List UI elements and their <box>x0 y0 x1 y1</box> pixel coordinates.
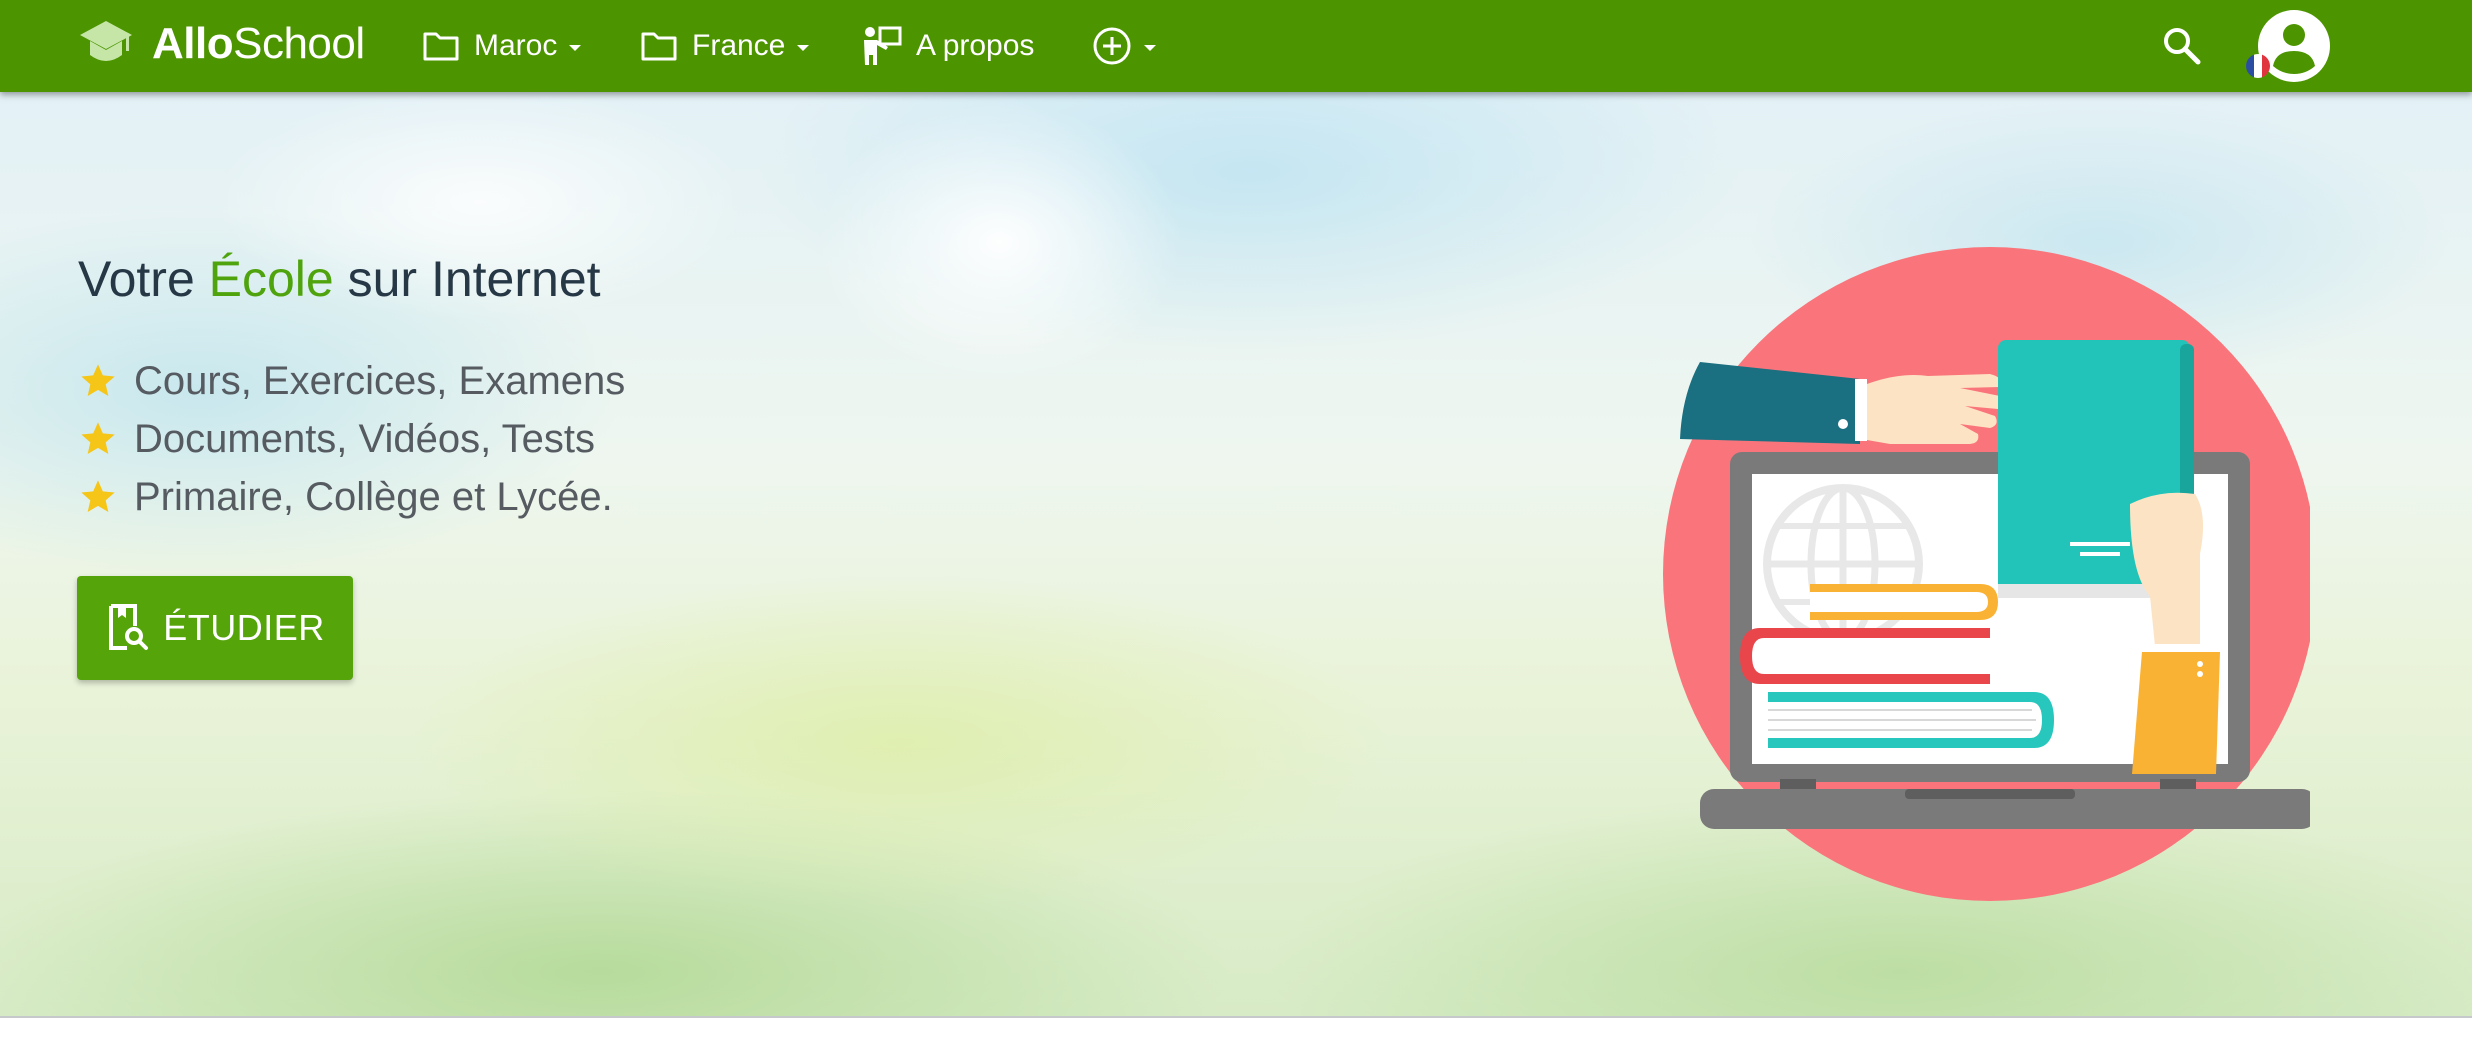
user-menu-button[interactable] <box>2244 10 2332 84</box>
menu-maroc[interactable]: Maroc <box>422 22 582 70</box>
education-illustration <box>1663 247 2310 901</box>
teacher-icon <box>864 26 902 65</box>
brand-name: AlloSchool <box>152 19 365 68</box>
menu-a-propos[interactable]: A propos <box>862 22 1034 70</box>
star-icon <box>81 480 115 512</box>
plus-circle-icon <box>1093 27 1131 65</box>
folder-icon <box>423 32 459 61</box>
search-button[interactable] <box>2160 24 2204 68</box>
star-icon <box>81 364 115 396</box>
feature-item: Cours, Exercices, Examens <box>78 352 625 410</box>
menu-a-propos-label: A propos <box>916 29 1035 62</box>
chevron-down-icon <box>797 45 810 51</box>
top-navbar: AlloSchool Maroc France A propos <box>0 0 2472 92</box>
study-button[interactable]: ÉTUDIER <box>77 576 353 680</box>
menu-france[interactable]: France <box>640 22 810 70</box>
menu-france-label: France <box>692 29 786 62</box>
search-icon <box>2164 28 2201 65</box>
menu-add[interactable] <box>1092 22 1156 70</box>
hero-section: Votre École sur Internet Cours, Exercice… <box>0 92 2472 1016</box>
hero-title: Votre École sur Internet <box>78 251 601 307</box>
chevron-down-icon <box>1144 45 1156 51</box>
feature-text: Documents, Vidéos, Tests <box>134 416 595 461</box>
feature-list: Cours, Exercices, Examens Documents, Vid… <box>78 352 625 526</box>
folder-icon <box>641 32 677 61</box>
star-icon <box>81 422 115 454</box>
feature-text: Primaire, Collège et Lycée. <box>134 474 613 519</box>
chevron-down-icon <box>569 45 582 51</box>
logo-link[interactable]: AlloSchool <box>78 14 365 74</box>
graduation-cap-icon <box>80 21 132 61</box>
feature-text: Cours, Exercices, Examens <box>134 358 626 403</box>
feature-item: Documents, Vidéos, Tests <box>78 410 625 468</box>
account-circle-icon <box>2246 10 2330 82</box>
book-search-icon <box>109 604 149 650</box>
feature-item: Primaire, Collège et Lycée. <box>78 468 625 526</box>
study-button-label: ÉTUDIER <box>163 607 325 648</box>
page-below-hero <box>0 1018 2472 1048</box>
menu-maroc-label: Maroc <box>474 29 558 62</box>
france-flag-icon <box>2246 54 2270 78</box>
